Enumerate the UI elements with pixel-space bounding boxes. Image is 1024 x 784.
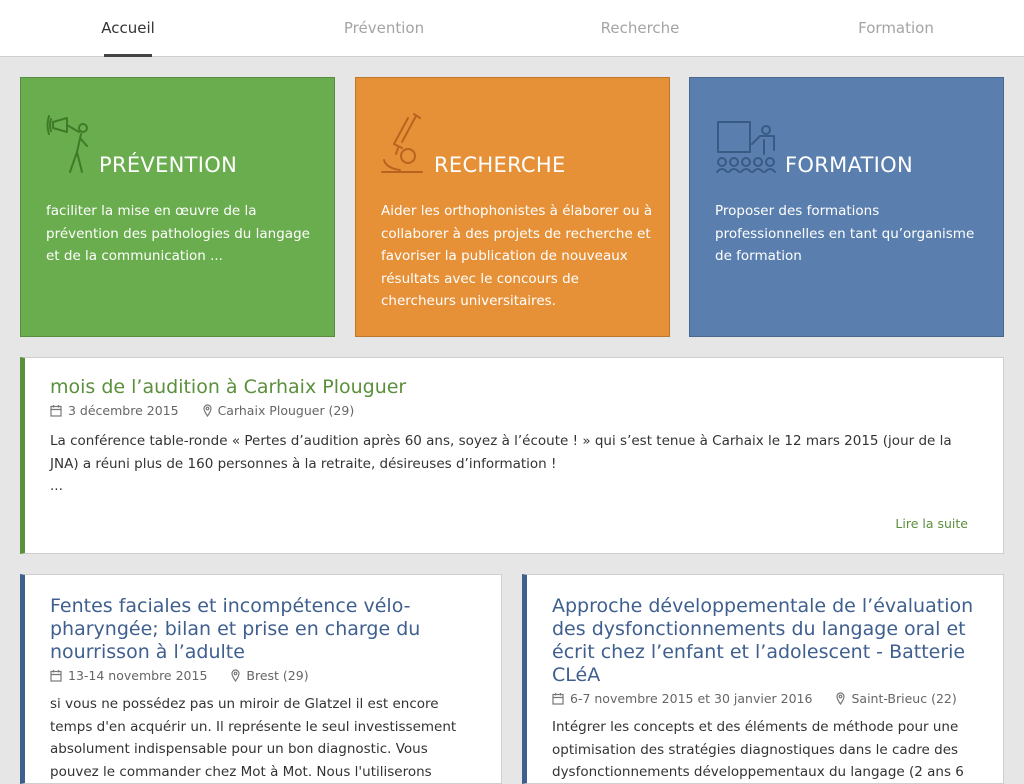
- nav-item-accueil[interactable]: Accueil: [0, 0, 256, 57]
- tile-description: faciliter la mise en œuvre de la prévent…: [46, 203, 310, 264]
- nav-item-prevention[interactable]: Prévention: [256, 0, 512, 57]
- nav-item-recherche[interactable]: Recherche: [512, 0, 768, 57]
- calendar-icon: [50, 405, 62, 417]
- top-nav: Accueil Prévention Recherche Formation: [0, 0, 1024, 57]
- article-excerpt: Intégrer les concepts et des éléments de…: [552, 719, 964, 780]
- active-tab-indicator: [104, 54, 152, 57]
- article-ellipsis: ...: [50, 478, 63, 494]
- tile-description: Aider les orthophonistes à élaborer ou à…: [381, 203, 653, 309]
- classroom-icon: [716, 121, 776, 173]
- calendar-icon: [50, 670, 62, 682]
- article-location: Carhaix Plouguer (29): [217, 403, 355, 418]
- tile-prevention[interactable]: PRÉVENTION faciliter la mise en œuvre de…: [20, 77, 335, 337]
- article-date: 6-7 novembre 2015 et 30 janvier 2016: [570, 691, 813, 706]
- nav-item-label: Recherche: [600, 19, 680, 37]
- megaphone-person-icon: [46, 115, 88, 173]
- featured-article: mois de l’audition à Carhaix Plouguer 3 …: [20, 357, 1004, 554]
- location-pin-icon: [836, 692, 846, 705]
- nav-item-label: Prévention: [343, 19, 425, 37]
- article-title[interactable]: mois de l’audition à Carhaix Plouguer: [50, 376, 973, 399]
- tile-formation[interactable]: FORMATION Proposer des formations profes…: [689, 77, 1004, 337]
- calendar-icon: [552, 693, 564, 705]
- article-location: Saint-Brieuc (22): [851, 691, 957, 706]
- nav-item-label: Accueil: [101, 19, 155, 37]
- article-title[interactable]: Fentes faciales et incompétence vélo-pha…: [50, 595, 477, 664]
- article-excerpt: si vous ne possédez pas un miroir de Gla…: [50, 696, 457, 780]
- article-meta: 6-7 novembre 2015 et 30 janvier 2016 Sai…: [552, 691, 979, 706]
- article-card: Fentes faciales et incompétence vélo-pha…: [20, 574, 502, 784]
- article-excerpt: La conférence table-ronde « Pertes d’aud…: [50, 433, 952, 472]
- tile-description: Proposer des formations professionnelles…: [715, 203, 975, 264]
- nav-item-label: Formation: [858, 19, 934, 37]
- article-date: 3 décembre 2015: [68, 403, 179, 418]
- tile-title: RECHERCHE: [434, 153, 566, 177]
- article-meta: 3 décembre 2015 Carhaix Plouguer (29): [50, 403, 973, 418]
- read-more-link[interactable]: Lire la suite: [895, 516, 968, 531]
- tile-title: FORMATION: [785, 153, 914, 177]
- article-date: 13-14 novembre 2015: [68, 668, 208, 683]
- location-pin-icon: [202, 404, 212, 417]
- microscope-icon: [381, 113, 423, 173]
- location-pin-icon: [231, 669, 241, 682]
- article-card: Approche développementale de l’évaluatio…: [522, 574, 1004, 784]
- tile-recherche[interactable]: RECHERCHE Aider les orthophonistes à éla…: [355, 77, 670, 337]
- article-meta: 13-14 novembre 2015 Brest (29): [50, 668, 477, 683]
- nav-item-formation[interactable]: Formation: [768, 0, 1024, 57]
- tile-title: PRÉVENTION: [99, 153, 238, 177]
- article-location: Brest (29): [246, 668, 309, 683]
- article-title[interactable]: Approche développementale de l’évaluatio…: [552, 595, 979, 687]
